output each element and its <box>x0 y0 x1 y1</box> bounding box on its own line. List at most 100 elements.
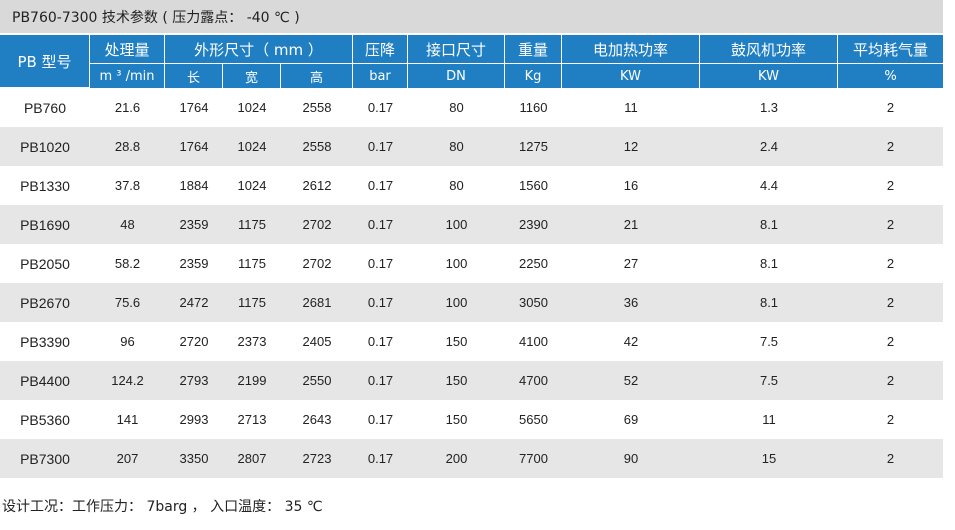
cell-flow: 75.6 <box>90 283 165 322</box>
cell-flow: 124.2 <box>90 361 165 400</box>
header-port-size: 接口尺寸 <box>408 35 506 64</box>
cell-weight: 7700 <box>505 439 563 478</box>
cell-pressure-drop: 0.17 <box>353 205 409 244</box>
cell-model: PB7300 <box>0 439 90 478</box>
cell-length: 2359 <box>165 244 223 283</box>
header-heater-power: 电加热功率 <box>562 35 701 64</box>
cell-port: 150 <box>408 322 506 361</box>
cell-consumption: 2 <box>838 244 944 283</box>
cell-width: 1024 <box>223 127 281 166</box>
cell-height: 2550 <box>281 361 354 400</box>
header-pressure-drop: 压降 <box>353 35 409 64</box>
cell-height: 2558 <box>281 88 354 127</box>
cell-heater: 69 <box>562 400 701 439</box>
cell-pressure-drop: 0.17 <box>353 400 409 439</box>
cell-pressure-drop: 0.17 <box>353 166 409 205</box>
cell-weight: 1160 <box>505 88 563 127</box>
cell-flow: 48 <box>90 205 165 244</box>
header-flow: 处理量 <box>90 35 165 64</box>
cell-flow: 21.6 <box>90 88 165 127</box>
cell-height: 2612 <box>281 166 354 205</box>
unit-length: 长 <box>165 64 223 88</box>
cell-port: 80 <box>408 88 506 127</box>
cell-model: PB4400 <box>0 361 90 400</box>
table-row: PB1020 28.8 1764 1024 2558 0.17 80 1275 12 2.4 2 <box>0 127 944 166</box>
cell-model: PB1020 <box>0 127 90 166</box>
cell-flow: 58.2 <box>90 244 165 283</box>
cell-blower: 4.4 <box>700 166 839 205</box>
cell-height: 2681 <box>281 283 354 322</box>
cell-pressure-drop: 0.17 <box>353 283 409 322</box>
cell-blower: 7.5 <box>700 361 839 400</box>
cell-width: 1024 <box>223 88 281 127</box>
cell-length: 2359 <box>165 205 223 244</box>
cell-consumption: 2 <box>838 283 944 322</box>
cell-pressure-drop: 0.17 <box>353 439 409 478</box>
cell-pressure-drop: 0.17 <box>353 244 409 283</box>
cell-heater: 12 <box>562 127 701 166</box>
cell-pressure-drop: 0.17 <box>353 361 409 400</box>
unit-weight: Kg <box>505 64 563 88</box>
cell-consumption: 2 <box>838 127 944 166</box>
cell-port: 80 <box>408 166 506 205</box>
cell-heater: 21 <box>562 205 701 244</box>
cell-port: 80 <box>408 127 506 166</box>
cell-port: 150 <box>408 361 506 400</box>
cell-model: PB2670 <box>0 283 90 322</box>
cell-width: 2373 <box>223 322 281 361</box>
table-row: PB4400 124.2 2793 2199 2550 0.17 150 4700 52 7.5 2 <box>0 361 944 400</box>
cell-port: 200 <box>408 439 506 478</box>
cell-blower: 11 <box>700 400 839 439</box>
cell-length: 2720 <box>165 322 223 361</box>
cell-weight: 4700 <box>505 361 563 400</box>
unit-width: 宽 <box>223 64 281 88</box>
table-row: PB1330 37.8 1884 1024 2612 0.17 80 1560 16 4.4 2 <box>0 166 944 205</box>
header-dimensions: 外形尺寸（ mm ） <box>165 35 354 64</box>
cell-flow: 28.8 <box>90 127 165 166</box>
cell-width: 2713 <box>223 400 281 439</box>
cell-port: 100 <box>408 244 506 283</box>
cell-heater: 27 <box>562 244 701 283</box>
cell-model: PB1690 <box>0 205 90 244</box>
cell-width: 1175 <box>223 244 281 283</box>
cell-blower: 8.1 <box>700 283 839 322</box>
header-model: PB 型号 <box>0 35 90 88</box>
table-row: PB7300 207 3350 2807 2723 0.17 200 7700 90 15 2 <box>0 439 944 478</box>
cell-consumption: 2 <box>838 400 944 439</box>
cell-heater: 52 <box>562 361 701 400</box>
cell-length: 2472 <box>165 283 223 322</box>
cell-heater: 11 <box>562 88 701 127</box>
cell-heater: 16 <box>562 166 701 205</box>
cell-height: 2723 <box>281 439 354 478</box>
cell-heater: 36 <box>562 283 701 322</box>
cell-port: 100 <box>408 283 506 322</box>
spec-table: PB 型号 处理量 外形尺寸（ mm ） 压降 接口尺寸 重量 电加热功率 鼓风… <box>0 35 944 478</box>
cell-length: 2993 <box>165 400 223 439</box>
cell-heater: 42 <box>562 322 701 361</box>
table-row: PB760 21.6 1764 1024 2558 0.17 80 1160 11 1.3 2 <box>0 88 944 127</box>
cell-blower: 15 <box>700 439 839 478</box>
cell-pressure-drop: 0.17 <box>353 88 409 127</box>
cell-height: 2643 <box>281 400 354 439</box>
cell-width: 1175 <box>223 205 281 244</box>
cell-blower: 8.1 <box>700 205 839 244</box>
cell-height: 2558 <box>281 127 354 166</box>
unit-consumption: % <box>838 64 944 88</box>
cell-model: PB1330 <box>0 166 90 205</box>
unit-row: m ³ /min 长 宽 高 bar DN Kg KW KW % <box>0 64 944 88</box>
cell-weight: 2390 <box>505 205 563 244</box>
cell-weight: 1275 <box>505 127 563 166</box>
cell-consumption: 2 <box>838 88 944 127</box>
cell-model: PB760 <box>0 88 90 127</box>
table-title: PB760-7300 技术参数 ( 压力露点： -40 ℃ ) <box>0 0 943 33</box>
cell-model: PB5360 <box>0 400 90 439</box>
cell-length: 1884 <box>165 166 223 205</box>
table-row: PB2050 58.2 2359 1175 2702 0.17 100 2250 27 8.1 2 <box>0 244 944 283</box>
unit-port: DN <box>408 64 506 88</box>
table-body: PB760 21.6 1764 1024 2558 0.17 80 1160 11 1.3 2 PB1… <box>0 88 944 478</box>
table-row: PB3390 96 2720 2373 2405 0.17 150 4100 42 7.5 2 <box>0 322 944 361</box>
cell-height: 2405 <box>281 322 354 361</box>
unit-blower: KW <box>700 64 839 88</box>
cell-blower: 1.3 <box>700 88 839 127</box>
cell-blower: 7.5 <box>700 322 839 361</box>
